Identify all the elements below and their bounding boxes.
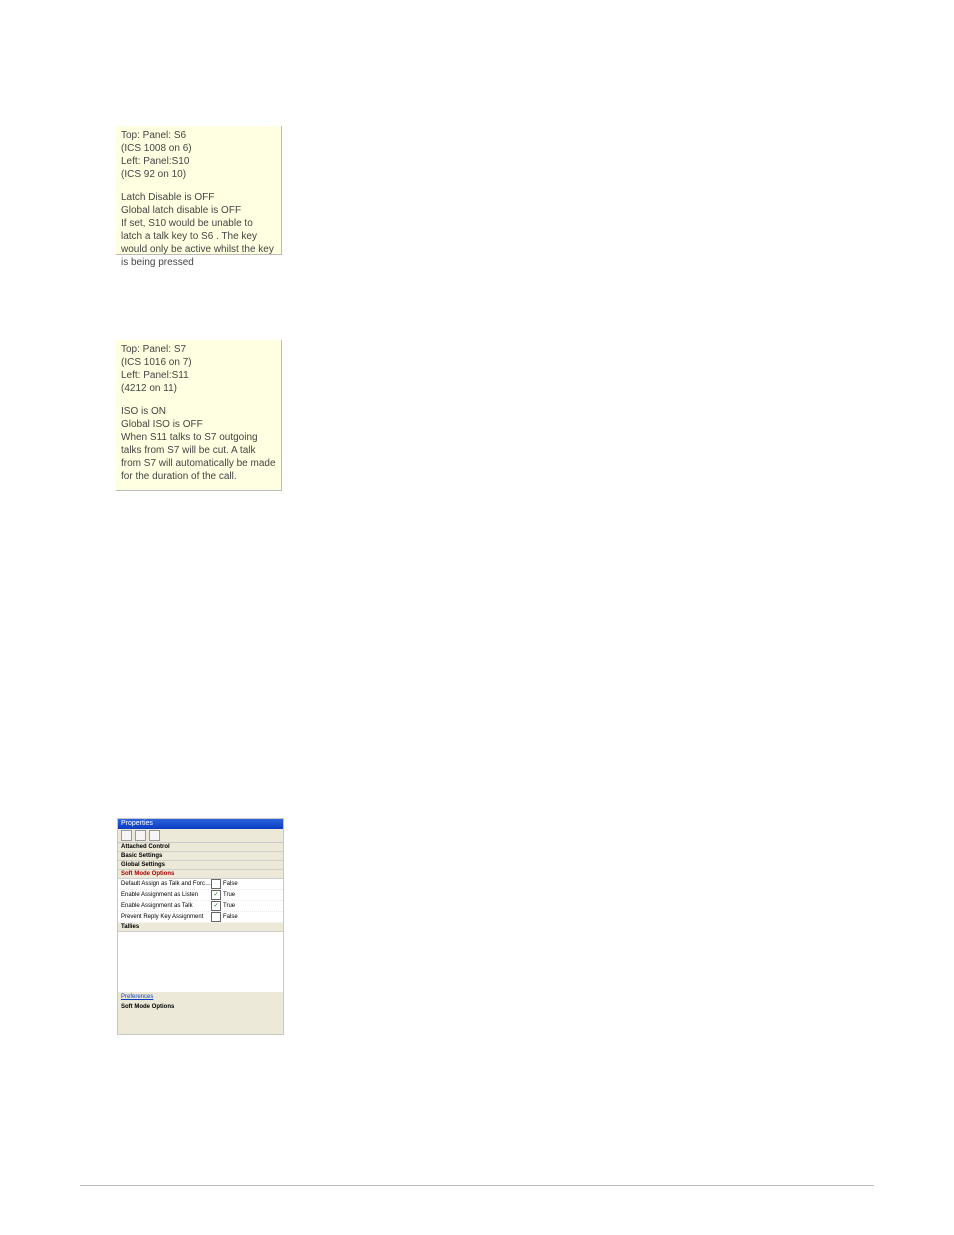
panel-blank-area	[118, 932, 283, 992]
note-line: (ICS 92 on 10)	[121, 168, 276, 181]
property-value: False	[223, 913, 280, 921]
panel-footer-title: Soft Mode Options	[118, 1002, 283, 1012]
section-soft-mode-options[interactable]: Soft Mode Options	[118, 870, 283, 879]
toolbar-button[interactable]	[121, 830, 132, 841]
page-divider	[80, 1185, 874, 1186]
property-value: True	[223, 891, 280, 899]
note-line: (4212 on 11)	[121, 382, 276, 395]
note-line: (ICS 1008 on 6)	[121, 142, 276, 155]
property-row: Prevent Reply Key Assignment False	[118, 912, 283, 923]
property-row: Enable Assignment as Listen ✓ True	[118, 890, 283, 901]
note-header: Top: Panel: S6 (ICS 1008 on 6) Left: Pan…	[121, 129, 276, 181]
panel-title: Properties	[118, 819, 283, 829]
note-body: Latch Disable is OFF Global latch disabl…	[121, 191, 276, 269]
section-tallies[interactable]: Tallies	[118, 923, 283, 932]
property-value: True	[223, 902, 280, 910]
panel-toolbar	[118, 829, 283, 843]
property-row: Default Assign as Talk and Forced Listen…	[118, 879, 283, 890]
checkbox[interactable]	[211, 879, 221, 889]
checkbox[interactable]	[211, 912, 221, 922]
property-row: Enable Assignment as Talk ✓ True	[118, 901, 283, 912]
note-line: Top: Panel: S6	[121, 129, 276, 142]
checkbox[interactable]: ✓	[211, 890, 221, 900]
preferences-link[interactable]: Preferences	[118, 992, 283, 1002]
property-label: Enable Assignment as Listen	[121, 891, 211, 899]
note-line: (ICS 1016 on 7)	[121, 356, 276, 369]
toolbar-button[interactable]	[135, 830, 146, 841]
property-label: Prevent Reply Key Assignment	[121, 913, 211, 921]
section-global-settings[interactable]: Global Settings	[118, 861, 283, 870]
note-line: Top: Panel: S7	[121, 343, 276, 356]
properties-panel: Properties Attached Control Basic Settin…	[117, 818, 284, 1035]
property-label: Default Assign as Talk and Forced Listen	[121, 880, 211, 888]
note-line: Left: Panel:S11	[121, 369, 276, 382]
tooltip-note-1: Top: Panel: S6 (ICS 1008 on 6) Left: Pan…	[116, 126, 282, 255]
note-header: Top: Panel: S7 (ICS 1016 on 7) Left: Pan…	[121, 343, 276, 395]
checkbox[interactable]: ✓	[211, 901, 221, 911]
property-label: Enable Assignment as Talk	[121, 902, 211, 910]
panel-footer-body	[118, 1012, 283, 1034]
section-attached-control[interactable]: Attached Control	[118, 843, 283, 852]
property-value: False	[223, 880, 280, 888]
note-line: Left: Panel:S10	[121, 155, 276, 168]
toolbar-button[interactable]	[149, 830, 160, 841]
section-basic-settings[interactable]: Basic Settings	[118, 852, 283, 861]
tooltip-note-2: Top: Panel: S7 (ICS 1016 on 7) Left: Pan…	[116, 340, 282, 491]
note-body: ISO is ON Global ISO is OFF When S11 tal…	[121, 405, 276, 483]
